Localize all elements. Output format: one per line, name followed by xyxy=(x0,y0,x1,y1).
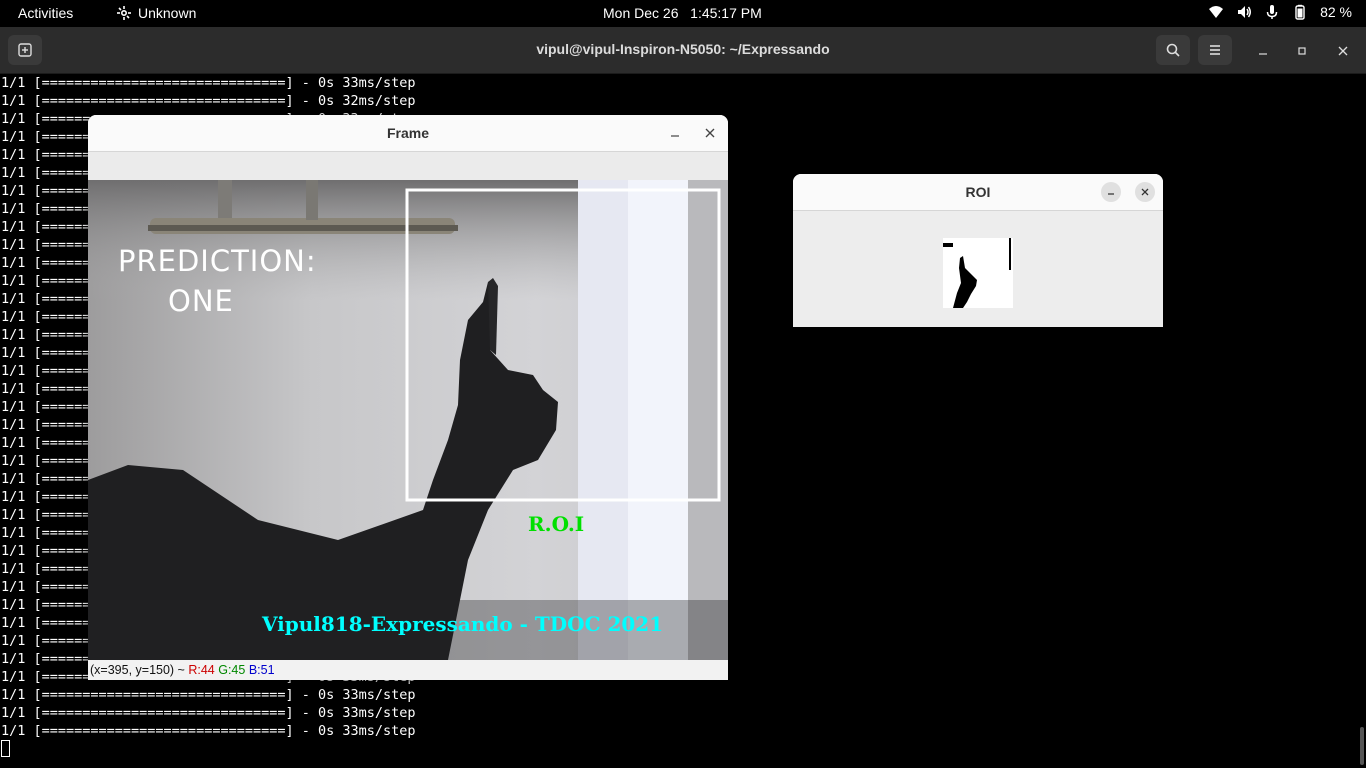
search-button[interactable] xyxy=(1156,35,1190,65)
menu-button[interactable] xyxy=(1198,35,1232,65)
app-indicator-icon xyxy=(117,6,131,20)
volume-icon xyxy=(1238,6,1252,18)
terminal-line: 1/1 [==============================] - 0… xyxy=(1,93,416,109)
close-icon xyxy=(1141,188,1149,196)
roi-label: R.O.I xyxy=(528,512,585,536)
credit-text: Vipul818-Expressando - TDOC 2021 xyxy=(262,612,664,636)
roi-window[interactable]: ROI xyxy=(793,174,1163,327)
frame-status-bar: (x=395, y=150) ~ R:44 G:45 B:51 xyxy=(88,660,728,680)
network-icon xyxy=(1209,6,1224,18)
clock[interactable]: Mon Dec 26 1:45:17 PM xyxy=(603,5,762,21)
minimize-icon xyxy=(1259,53,1267,55)
roi-minimize-button[interactable] xyxy=(1101,182,1121,202)
frame-titlebar[interactable]: Frame xyxy=(88,115,728,152)
app-indicator-label: Unknown xyxy=(138,5,197,21)
app-indicator[interactable]: Unknown xyxy=(116,5,196,21)
battery-percent: 82 % xyxy=(1320,4,1352,20)
terminal-minimize-button[interactable] xyxy=(1252,40,1274,62)
activities-button[interactable]: Activities xyxy=(18,5,73,21)
terminal-cursor xyxy=(1,740,10,757)
frame-toolbar xyxy=(88,152,728,180)
webcam-frame[interactable]: PREDICTION: ONE R.O.I Vipul818-Expressan… xyxy=(88,180,728,660)
frame-close-button[interactable] xyxy=(703,126,717,140)
system-tray[interactable]: 82 % xyxy=(1208,4,1352,20)
terminal-header-bar[interactable]: vipul@vipul-Inspiron-N5050: ~/Expressand… xyxy=(0,27,1366,74)
roi-close-button[interactable] xyxy=(1135,182,1155,202)
roi-titlebar[interactable]: ROI xyxy=(793,174,1163,211)
battery-icon xyxy=(1295,4,1305,20)
cursor-coords: (x=395, y=150) ~ xyxy=(90,663,185,677)
roi-mask-image xyxy=(943,238,1013,308)
maximize-icon xyxy=(1298,47,1306,55)
top-bar: Activities Unknown Mon Dec 26 1:45:17 PM… xyxy=(0,0,1366,27)
pixel-g: G:45 xyxy=(218,663,246,677)
search-icon xyxy=(1166,43,1180,57)
terminal-line: 1/1 [==============================] - 0… xyxy=(1,75,416,91)
terminal-line: 1/1 [==============================] - 0… xyxy=(1,705,416,721)
terminal-scrollbar[interactable] xyxy=(1360,727,1364,765)
terminal-line: 1/1 [==============================] - 0… xyxy=(1,723,416,739)
close-icon xyxy=(1338,46,1348,56)
terminal-line: 1/1 [==============================] - 0… xyxy=(1,687,416,703)
minimize-icon xyxy=(1108,193,1114,195)
close-icon xyxy=(705,128,715,138)
terminal-close-button[interactable] xyxy=(1332,40,1354,62)
frame-window[interactable]: Frame PREDICTION: ONE R.O.I Vipul818-Exp… xyxy=(88,115,728,680)
pixel-r: R:44 xyxy=(188,663,215,677)
minimize-icon xyxy=(671,135,679,137)
microphone-icon xyxy=(1266,5,1278,19)
hamburger-menu-icon xyxy=(1210,45,1220,55)
frame-title: Frame xyxy=(386,125,430,141)
frame-minimize-button[interactable] xyxy=(668,126,682,140)
prediction-label: PREDICTION: xyxy=(118,244,317,278)
terminal-maximize-button[interactable] xyxy=(1291,40,1313,62)
prediction-value: ONE xyxy=(168,284,234,318)
pixel-b: B:51 xyxy=(248,663,275,677)
